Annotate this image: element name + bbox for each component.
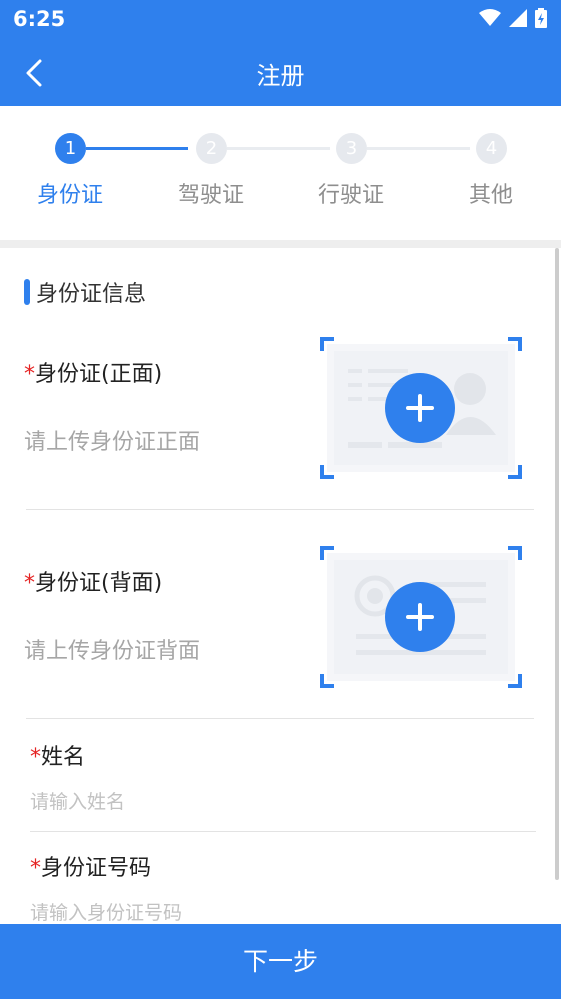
step-1-label: 身份证 [36, 183, 103, 208]
wifi-icon [479, 9, 501, 26]
id-front-label-text: 身份证(正面) [35, 362, 163, 387]
required-mark: * [24, 571, 35, 596]
divider [26, 509, 534, 510]
id-card-back-placeholder-icon [320, 546, 522, 688]
id-number-label-text: 身份证号码 [41, 856, 152, 881]
id-number-input[interactable] [30, 899, 530, 927]
name-label-text: 姓名 [41, 745, 86, 770]
step-2-label: 驾驶证 [177, 183, 244, 208]
id-card-front-placeholder-icon [320, 337, 522, 479]
step-2-circle: 2 [196, 133, 227, 164]
page-title: 注册 [256, 62, 305, 90]
step-connector-1 [86, 147, 188, 150]
id-number-label: *身份证号码 [30, 850, 151, 882]
status-bar: 6:25 [0, 0, 561, 40]
name-label: *姓名 [30, 739, 85, 771]
next-step-button[interactable]: 下一步 [0, 924, 561, 999]
divider [30, 831, 536, 832]
required-mark: * [24, 362, 35, 387]
divider [26, 718, 534, 719]
id-front-label: *身份证(正面) [24, 356, 162, 388]
step-3-label: 行驶证 [317, 183, 384, 208]
required-mark: * [30, 856, 41, 881]
id-back-label-text: 身份证(背面) [35, 571, 163, 596]
app-header: 注册 [0, 40, 561, 106]
step-4-label: 其他 [468, 183, 513, 208]
id-back-hint: 请上传身份证背面 [24, 639, 201, 664]
signal-icon [509, 9, 527, 27]
step-3-circle: 3 [336, 133, 367, 164]
step-1-circle: 1 [55, 133, 86, 164]
required-mark: * [30, 745, 41, 770]
section-accent-bar [24, 279, 30, 305]
section-divider [0, 240, 561, 248]
status-icons [479, 8, 547, 28]
name-input[interactable] [30, 788, 530, 816]
id-front-upload-button[interactable] [320, 337, 522, 479]
id-back-label: *身份证(背面) [24, 565, 162, 597]
step-connector-2 [227, 147, 330, 150]
battery-icon [535, 8, 547, 28]
step-indicator: 1 2 3 4 身份证 驾驶证 行驶证 其他 [0, 106, 561, 240]
scrollbar[interactable] [555, 248, 559, 880]
step-4-circle: 4 [476, 133, 507, 164]
status-time: 6:25 [13, 7, 66, 31]
section-title-text: 身份证信息 [36, 282, 147, 307]
id-front-upload-row: *身份证(正面) 请上传身份证正面 [24, 330, 534, 500]
id-back-upload-button[interactable] [320, 546, 522, 688]
id-front-hint: 请上传身份证正面 [24, 430, 201, 455]
id-back-upload-row: *身份证(背面) 请上传身份证背面 [24, 540, 534, 710]
step-connector-3 [367, 147, 470, 150]
section-title: 身份证信息 [24, 276, 146, 308]
